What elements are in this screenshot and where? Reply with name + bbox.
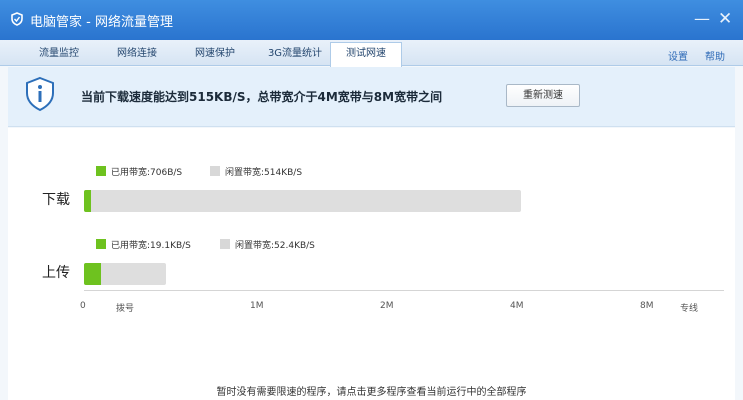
info-icon <box>26 76 54 112</box>
download-used-text: 已用带宽:706B/S <box>111 168 183 178</box>
no-limit-programs-notice: 暂时没有需要限速的程序，请点击更多程序查看当前运行中的全部程序 <box>216 387 527 398</box>
axis-tick-2m: 2M <box>380 301 394 311</box>
traffic-manager-window: 电脑管家 - 网络流量管理 — ✕ 流量监控 网络连接 网速保护 3G流量统计 … <box>0 0 743 400</box>
download-used-fill <box>84 190 91 212</box>
tab-3g-traffic-stats[interactable]: 3G流量统计 <box>255 44 335 66</box>
tab-speed-test[interactable]: 测试网速 <box>330 42 402 67</box>
upload-used-text: 已用带宽:19.1KB/S <box>111 241 191 251</box>
upload-used-legend: 已用带宽:19.1KB/S <box>96 238 191 251</box>
download-bandwidth-bar <box>84 190 521 212</box>
settings-link[interactable]: 设置 <box>668 48 688 63</box>
axis-tick-4m: 4M <box>510 301 524 311</box>
shield-logo-icon <box>11 12 23 26</box>
speed-chart-panel: 已用带宽:706B/S 闲置带宽:514KB/S 下载 已用带宽:19.1KB/… <box>8 128 735 400</box>
download-idle-legend: 闲置带宽:514KB/S <box>210 165 302 178</box>
window-title: 电脑管家 - 网络流量管理 <box>30 15 173 30</box>
upload-label: 上传 <box>42 265 70 281</box>
tab-speed-protection[interactable]: 网速保护 <box>180 44 250 66</box>
axis-tick-0: 0 <box>80 301 86 311</box>
tab-traffic-monitor[interactable]: 流量监控 <box>24 44 94 66</box>
upload-bandwidth-bar <box>84 263 166 285</box>
help-link[interactable]: 帮助 <box>705 48 725 63</box>
used-swatch <box>96 166 106 176</box>
used-swatch <box>96 239 106 249</box>
download-idle-text: 闲置带宽:514KB/S <box>225 168 303 178</box>
upload-idle-text: 闲置带宽:52.4KB/S <box>235 241 315 251</box>
axis-tick-leased-line: 专线 <box>680 304 699 314</box>
speed-result-banner: 当前下载速度能达到515KB/S，总带宽介于4M宽带与8M宽带之间 重新测速 <box>8 67 735 127</box>
retest-button[interactable]: 重新测速 <box>506 84 580 107</box>
close-icon[interactable]: ✕ <box>718 9 732 29</box>
tab-network-connections[interactable]: 网络连接 <box>102 44 172 66</box>
axis-tick-1m: 1M <box>250 301 264 311</box>
axis-tick-8m: 8M <box>640 301 654 311</box>
idle-swatch <box>210 166 220 176</box>
download-label: 下载 <box>42 192 70 208</box>
idle-swatch <box>220 239 230 249</box>
bandwidth-axis-line <box>84 290 724 291</box>
speed-result-message: 当前下载速度能达到515KB/S，总带宽介于4M宽带与8M宽带之间 <box>81 90 443 104</box>
upload-used-fill <box>84 263 102 285</box>
title-bar: 电脑管家 - 网络流量管理 — ✕ <box>0 0 743 40</box>
download-used-legend: 已用带宽:706B/S <box>96 165 182 178</box>
axis-tick-dialup: 拨号 <box>116 304 135 314</box>
minimize-icon[interactable]: — <box>694 9 710 28</box>
tab-strip: 流量监控 网络连接 网速保护 3G流量统计 测试网速 设置 帮助 <box>0 40 743 67</box>
upload-idle-legend: 闲置带宽:52.4KB/S <box>220 238 315 251</box>
